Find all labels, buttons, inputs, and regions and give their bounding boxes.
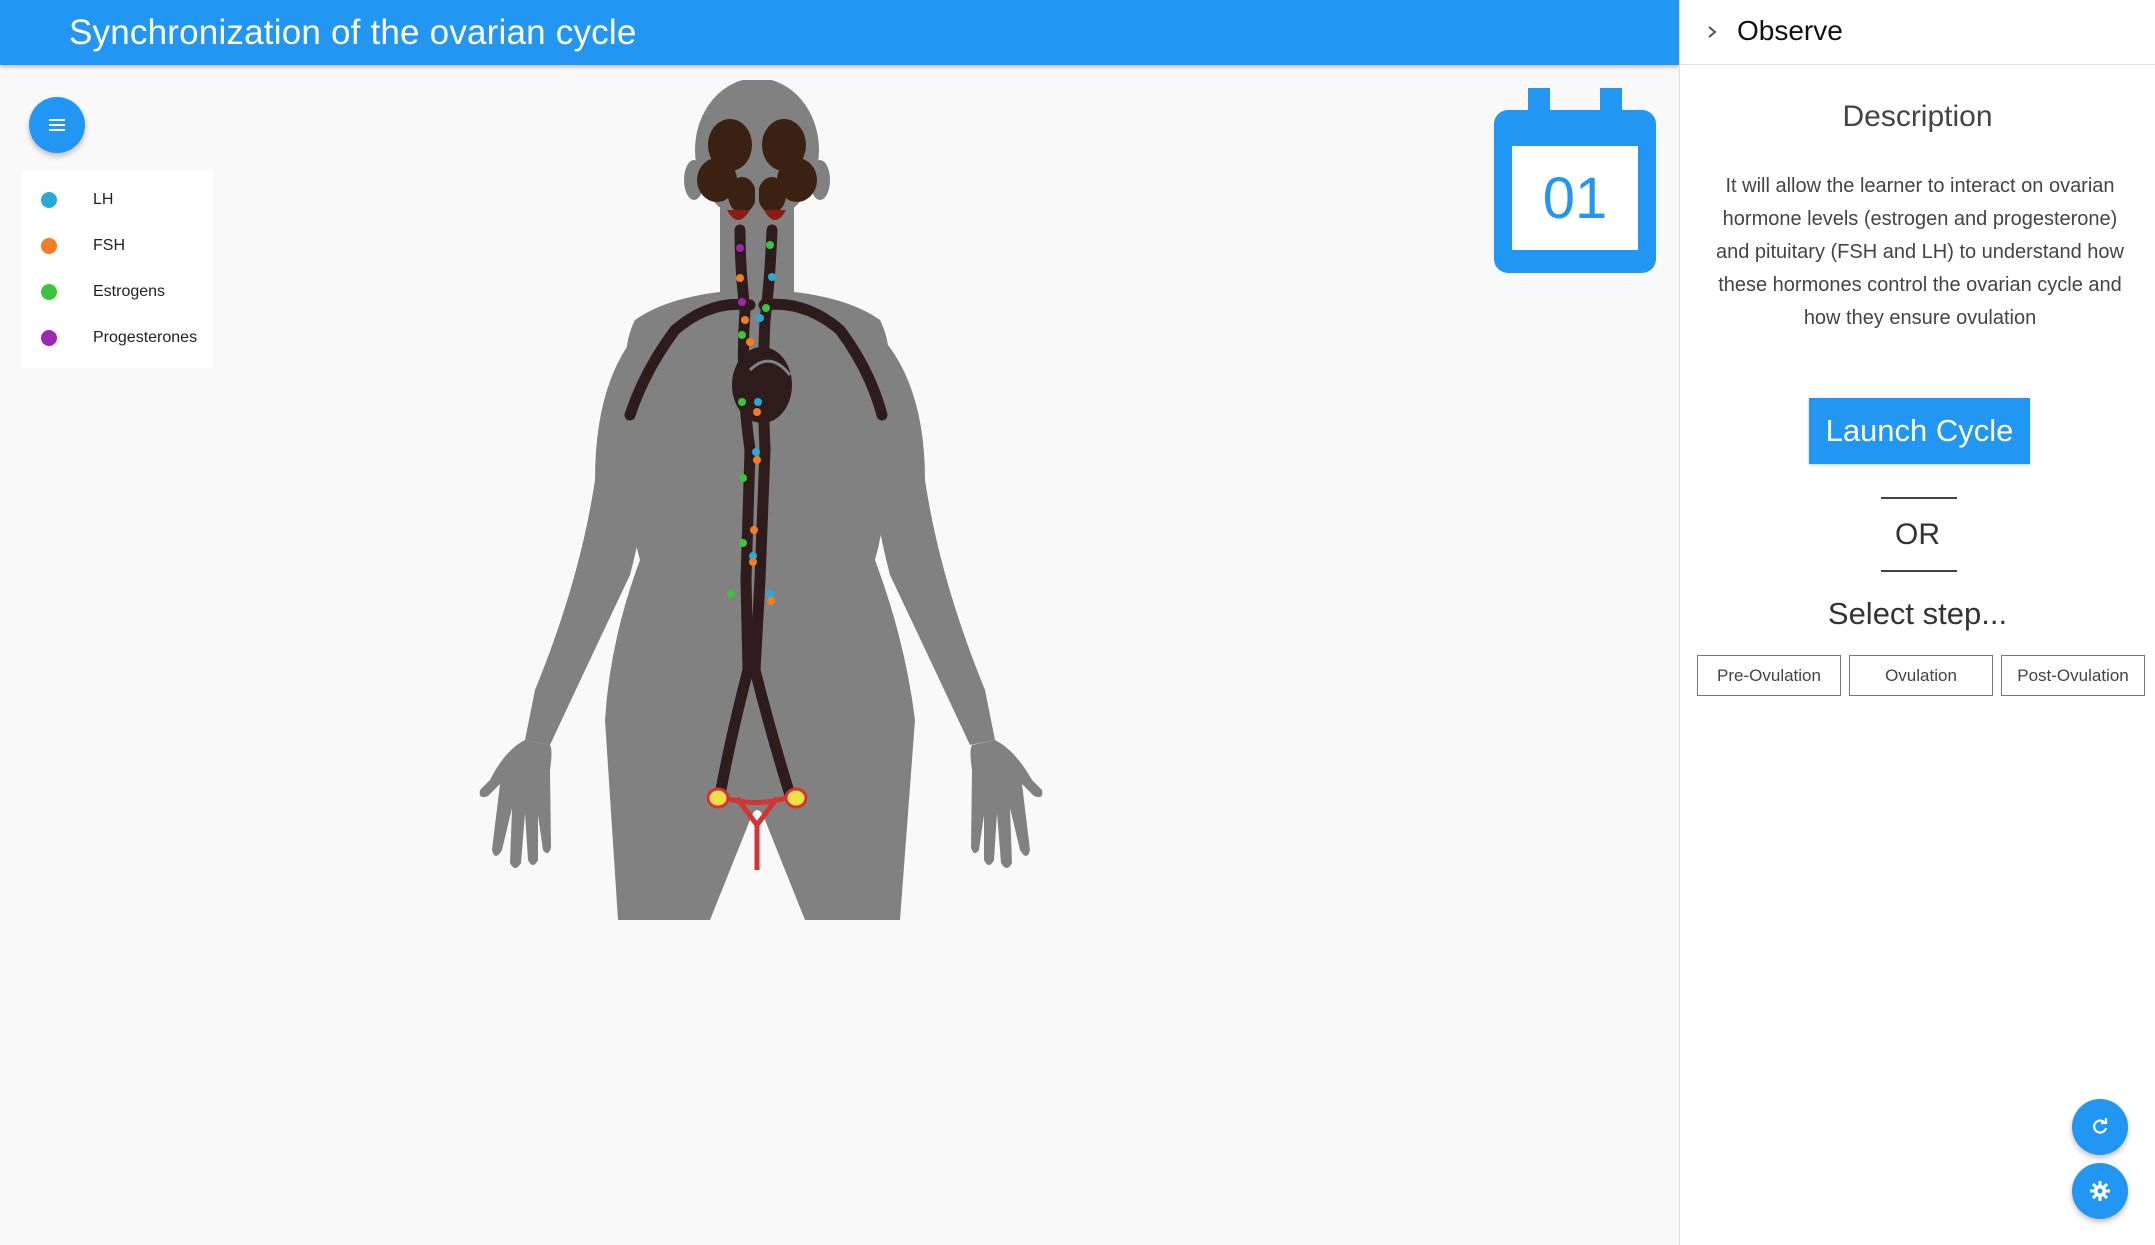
or-divider-bottom: [1881, 570, 1957, 572]
ovary-left: [706, 787, 730, 809]
legend-item-estrogens: Estrogens: [21, 269, 213, 315]
menu-button[interactable]: [29, 97, 85, 153]
settings-button[interactable]: [2072, 1163, 2128, 1219]
ovary-right: [784, 787, 808, 809]
menu-icon: [49, 119, 65, 131]
app-title: Synchronization of the ovarian cycle: [69, 13, 637, 52]
legend-label: LH: [93, 191, 114, 208]
select-step-label: Select step...: [1827, 596, 2008, 631]
calendar-day-number: 01: [1542, 165, 1608, 231]
progesterones-dot: [41, 330, 57, 346]
legend-item-lh: LH: [21, 177, 213, 223]
launch-cycle-button[interactable]: Launch Cycle: [1809, 398, 2030, 464]
legend-item-progesterones: Progesterones: [21, 315, 213, 361]
app-bar: Synchronization of the ovarian cycle: [0, 0, 1679, 65]
description-text: It will allow the learner to interact on…: [1716, 175, 2124, 329]
or-divider-top: [1881, 497, 1957, 499]
body-diagram: [479, 80, 1043, 920]
refresh-icon: [2093, 1118, 2108, 1134]
estrogens-dot: [41, 284, 57, 300]
day-calendar: 01: [1494, 88, 1656, 273]
refresh-button[interactable]: [2072, 1099, 2128, 1155]
legend-label: FSH: [93, 237, 125, 254]
legend-label: Estrogens: [93, 283, 166, 300]
observe-panel: Observe Description It will allow the le…: [1679, 0, 2155, 1245]
chevron-right-icon[interactable]: [1704, 22, 1720, 42]
lh-dot: [41, 192, 57, 208]
gear-icon: [2090, 1181, 2110, 1201]
heart: [732, 347, 792, 423]
panel-title: Observe: [1737, 15, 1843, 46]
hormone-legend: LH FSH Estrogens Progesterones: [21, 170, 213, 368]
description-heading: Description: [1842, 100, 1993, 133]
panel-header[interactable]: Observe: [1680, 0, 2155, 65]
step-pre-ovulation-button[interactable]: Pre-Ovulation: [1697, 655, 1841, 696]
legend-label: Progesterones: [93, 329, 198, 346]
or-label: OR: [1895, 518, 1940, 551]
fsh-dot: [41, 238, 57, 254]
step-ovulation-button[interactable]: Ovulation: [1849, 655, 1993, 696]
step-post-ovulation-button[interactable]: Post-Ovulation: [2001, 655, 2145, 696]
legend-item-fsh: FSH: [21, 223, 213, 269]
